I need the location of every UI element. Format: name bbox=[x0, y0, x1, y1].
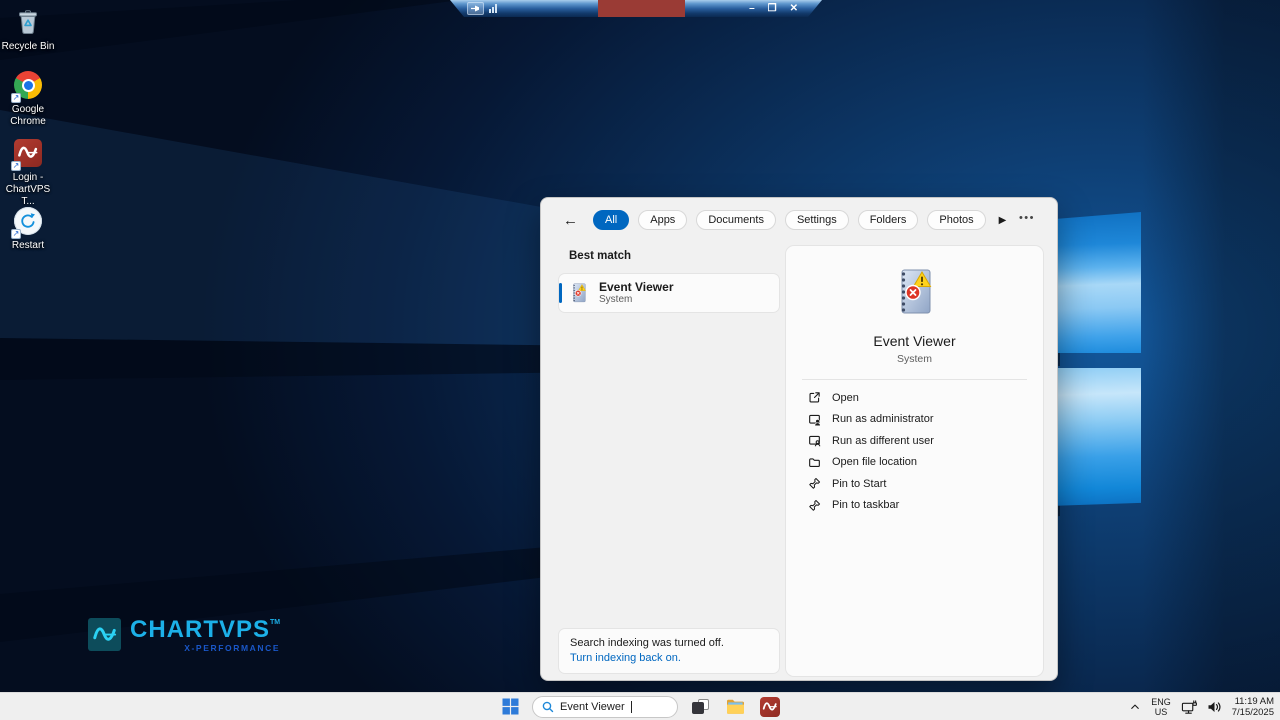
watermark-tm: TM bbox=[270, 619, 280, 626]
taskbar-search-input[interactable]: Event Viewer bbox=[532, 696, 678, 718]
preview-subtitle: System bbox=[786, 353, 1043, 365]
tab-all[interactable]: All bbox=[593, 210, 629, 230]
tab-settings[interactable]: Settings bbox=[785, 210, 849, 230]
folder-icon bbox=[808, 456, 821, 469]
tab-photos[interactable]: Photos bbox=[927, 210, 985, 230]
chartvps-app-icon bbox=[760, 697, 780, 717]
hidden-icons-chevron[interactable] bbox=[1129, 701, 1141, 713]
restart-icon: ↗ bbox=[13, 207, 43, 237]
shortcut-arrow-icon: ↗ bbox=[11, 161, 21, 171]
pin-icon bbox=[808, 499, 821, 512]
chrome-icon: ↗ bbox=[13, 71, 43, 101]
desktop-icon-restart[interactable]: ↗ Restart bbox=[0, 206, 56, 252]
rdp-restore-button[interactable]: ❐ bbox=[768, 4, 777, 14]
action-label: Open file location bbox=[832, 456, 917, 468]
action-label: Run as administrator bbox=[832, 413, 934, 425]
open-icon bbox=[808, 391, 821, 404]
file-explorer-button[interactable] bbox=[722, 695, 748, 719]
date-text: 7/15/2025 bbox=[1232, 707, 1274, 718]
desktop-icon-label: Recycle Bin bbox=[0, 41, 56, 53]
run-as-admin-icon bbox=[808, 413, 821, 426]
back-arrow-icon[interactable]: ← bbox=[563, 212, 578, 229]
search-filter-tabs: ← All Apps Documents Settings Folders Ph… bbox=[563, 210, 1006, 230]
taskbar: Event Viewer bbox=[0, 692, 1280, 720]
desktop-icon-label: Login - ChartVPS T... bbox=[0, 172, 56, 207]
preview-title: Event Viewer bbox=[786, 333, 1043, 349]
watermark-brand-text: CHARTVPS bbox=[130, 616, 270, 643]
desktop-screen: CHARTVPSTM X-PERFORMANCE Recycle Bin ↗ G… bbox=[0, 0, 1280, 720]
more-tabs-arrow-icon[interactable]: ▶ bbox=[999, 215, 1007, 226]
action-run-as-administrator[interactable]: Run as administrator bbox=[808, 412, 1043, 427]
action-label: Open bbox=[832, 392, 859, 404]
tab-documents[interactable]: Documents bbox=[696, 210, 776, 230]
wallpaper-shade bbox=[1142, 0, 1280, 720]
task-view-button[interactable] bbox=[687, 695, 713, 719]
chartvps-app-button[interactable] bbox=[757, 695, 783, 719]
tab-folders[interactable]: Folders bbox=[858, 210, 919, 230]
panel-options-ellipsis[interactable]: ••• bbox=[1019, 212, 1035, 224]
action-label: Pin to taskbar bbox=[832, 499, 899, 511]
indexing-notice: Search indexing was turned off. Turn ind… bbox=[559, 629, 779, 673]
turn-indexing-on-link[interactable]: Turn indexing back on. bbox=[570, 651, 768, 666]
language-indicator[interactable]: ENG US bbox=[1151, 697, 1171, 718]
system-tray: ENG US 11:19 AM 7/15/2025 bbox=[1129, 693, 1274, 720]
divider bbox=[802, 379, 1027, 380]
pushpin-icon bbox=[470, 4, 481, 13]
best-match-result[interactable]: Event Viewer System bbox=[559, 274, 779, 312]
shortcut-arrow-icon: ↗ bbox=[11, 93, 21, 103]
redaction-overlay bbox=[598, 0, 685, 17]
action-pin-to-start[interactable]: Pin to Start bbox=[808, 476, 1043, 491]
result-title: Event Viewer bbox=[599, 280, 673, 294]
watermark-tagline: X-PERFORMANCE bbox=[130, 644, 280, 653]
action-label: Run as different user bbox=[832, 435, 934, 447]
chartvps-logo-icon bbox=[88, 618, 121, 651]
file-explorer-icon bbox=[726, 698, 745, 715]
action-run-as-different-user[interactable]: Run as different user bbox=[808, 433, 1043, 448]
task-view-icon bbox=[692, 699, 709, 714]
rdp-pin-button[interactable] bbox=[467, 2, 484, 15]
desktop-icon-google-chrome[interactable]: ↗ Google Chrome bbox=[0, 70, 56, 128]
desktop-icon-label: Restart bbox=[0, 240, 56, 252]
region-code: US bbox=[1151, 707, 1171, 717]
event-viewer-icon bbox=[568, 282, 590, 304]
rdp-close-button[interactable]: ✕ bbox=[790, 4, 798, 14]
connection-signal-icon bbox=[489, 4, 497, 13]
action-label: Pin to Start bbox=[832, 478, 886, 490]
text-cursor bbox=[631, 701, 632, 713]
network-icon[interactable] bbox=[1181, 700, 1197, 715]
event-viewer-icon-large bbox=[889, 266, 941, 318]
rdp-connection-bar: – ❐ ✕ bbox=[450, 0, 822, 17]
action-open[interactable]: Open bbox=[808, 390, 1043, 405]
desktop-icon-recycle-bin[interactable]: Recycle Bin bbox=[0, 8, 56, 53]
desktop-icon-login-chartvps[interactable]: ↗ Login - ChartVPS T... bbox=[0, 138, 56, 207]
clock[interactable]: 11:19 AM 7/15/2025 bbox=[1232, 696, 1274, 719]
result-preview-pane: Event Viewer System Open bbox=[786, 246, 1043, 676]
indexing-notice-message: Search indexing was turned off. bbox=[570, 636, 768, 651]
shortcut-arrow-icon: ↗ bbox=[11, 229, 21, 239]
time-text: 11:19 AM bbox=[1232, 696, 1274, 707]
search-icon bbox=[542, 701, 554, 713]
rdp-minimize-button[interactable]: – bbox=[749, 4, 755, 14]
selection-accent-bar bbox=[559, 283, 562, 303]
chartvps-app-icon: ↗ bbox=[13, 139, 43, 169]
chartvps-watermark: CHARTVPSTM X-PERFORMANCE bbox=[88, 618, 280, 653]
speaker-icon[interactable] bbox=[1207, 700, 1222, 714]
pin-icon bbox=[808, 477, 821, 490]
start-button[interactable] bbox=[497, 695, 523, 719]
run-as-different-user-icon bbox=[808, 434, 821, 447]
search-input-value: Event Viewer bbox=[560, 701, 625, 713]
action-pin-to-taskbar[interactable]: Pin to taskbar bbox=[808, 498, 1043, 513]
recycle-bin-icon bbox=[13, 8, 43, 38]
tab-apps[interactable]: Apps bbox=[638, 210, 687, 230]
result-subtitle: System bbox=[599, 294, 673, 306]
search-flyout-panel: ← All Apps Documents Settings Folders Ph… bbox=[540, 197, 1058, 681]
best-match-heading: Best match bbox=[569, 250, 631, 262]
language-code: ENG bbox=[1151, 697, 1171, 707]
windows-logo-icon bbox=[502, 698, 519, 715]
action-open-file-location[interactable]: Open file location bbox=[808, 455, 1043, 470]
desktop-icon-label: Google Chrome bbox=[0, 104, 56, 128]
